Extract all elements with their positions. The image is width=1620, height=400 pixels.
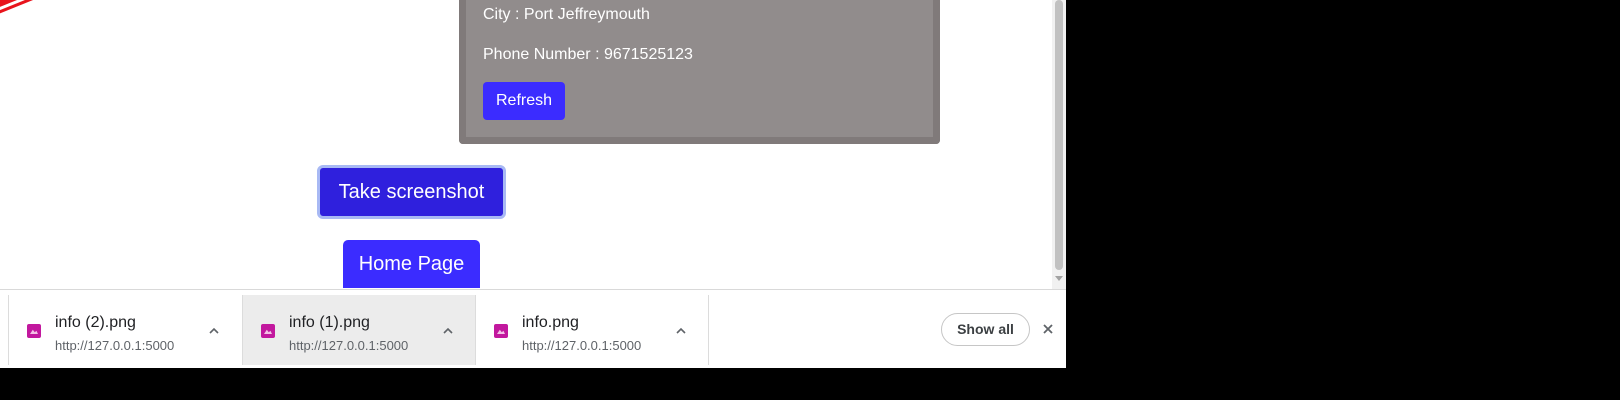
vertical-scrollbar[interactable] (1052, 0, 1066, 289)
download-source-url: http://127.0.0.1:5000 (522, 338, 642, 353)
show-all-button[interactable]: Show all (941, 313, 1030, 346)
chevron-up-icon[interactable] (205, 322, 223, 340)
image-file-icon (261, 324, 275, 338)
download-file-name: info (1).png (289, 314, 370, 331)
downloads-bar: info (2).png http://127.0.0.1:5000 info … (0, 289, 1066, 368)
browser-viewport: City : Port Jeffreymouth Phone Number : … (0, 0, 1066, 368)
divider (708, 295, 709, 365)
download-item[interactable]: info (2).png http://127.0.0.1:5000 (9, 295, 242, 365)
user-info-card: City : Port Jeffreymouth Phone Number : … (459, 0, 940, 144)
phone-number-text: Phone Number : 9671525123 (483, 46, 693, 63)
scrollbar-thumb[interactable] (1055, 0, 1063, 270)
download-source-url: http://127.0.0.1:5000 (289, 338, 409, 353)
web-page: City : Port Jeffreymouth Phone Number : … (0, 0, 1052, 289)
image-file-icon (494, 324, 508, 338)
download-item[interactable]: info (1).png http://127.0.0.1:5000 (243, 295, 476, 365)
download-item[interactable]: info.png http://127.0.0.1:5000 (476, 295, 709, 365)
chevron-up-icon[interactable] (439, 322, 457, 340)
city-text: City : Port Jeffreymouth (483, 6, 650, 23)
image-file-icon (27, 324, 41, 338)
take-screenshot-button[interactable]: Take screenshot (317, 165, 506, 219)
close-icon[interactable] (1038, 319, 1058, 339)
chevron-up-icon[interactable] (672, 322, 690, 340)
download-file-name: info (2).png (55, 314, 136, 331)
refresh-button[interactable]: Refresh (483, 82, 566, 120)
home-page-button[interactable]: Home Page (343, 240, 480, 288)
download-source-url: http://127.0.0.1:5000 (55, 338, 175, 353)
download-file-name: info.png (522, 314, 579, 331)
red-stamp-graphic (0, 0, 234, 51)
scroll-down-arrow-icon[interactable] (1055, 276, 1063, 281)
